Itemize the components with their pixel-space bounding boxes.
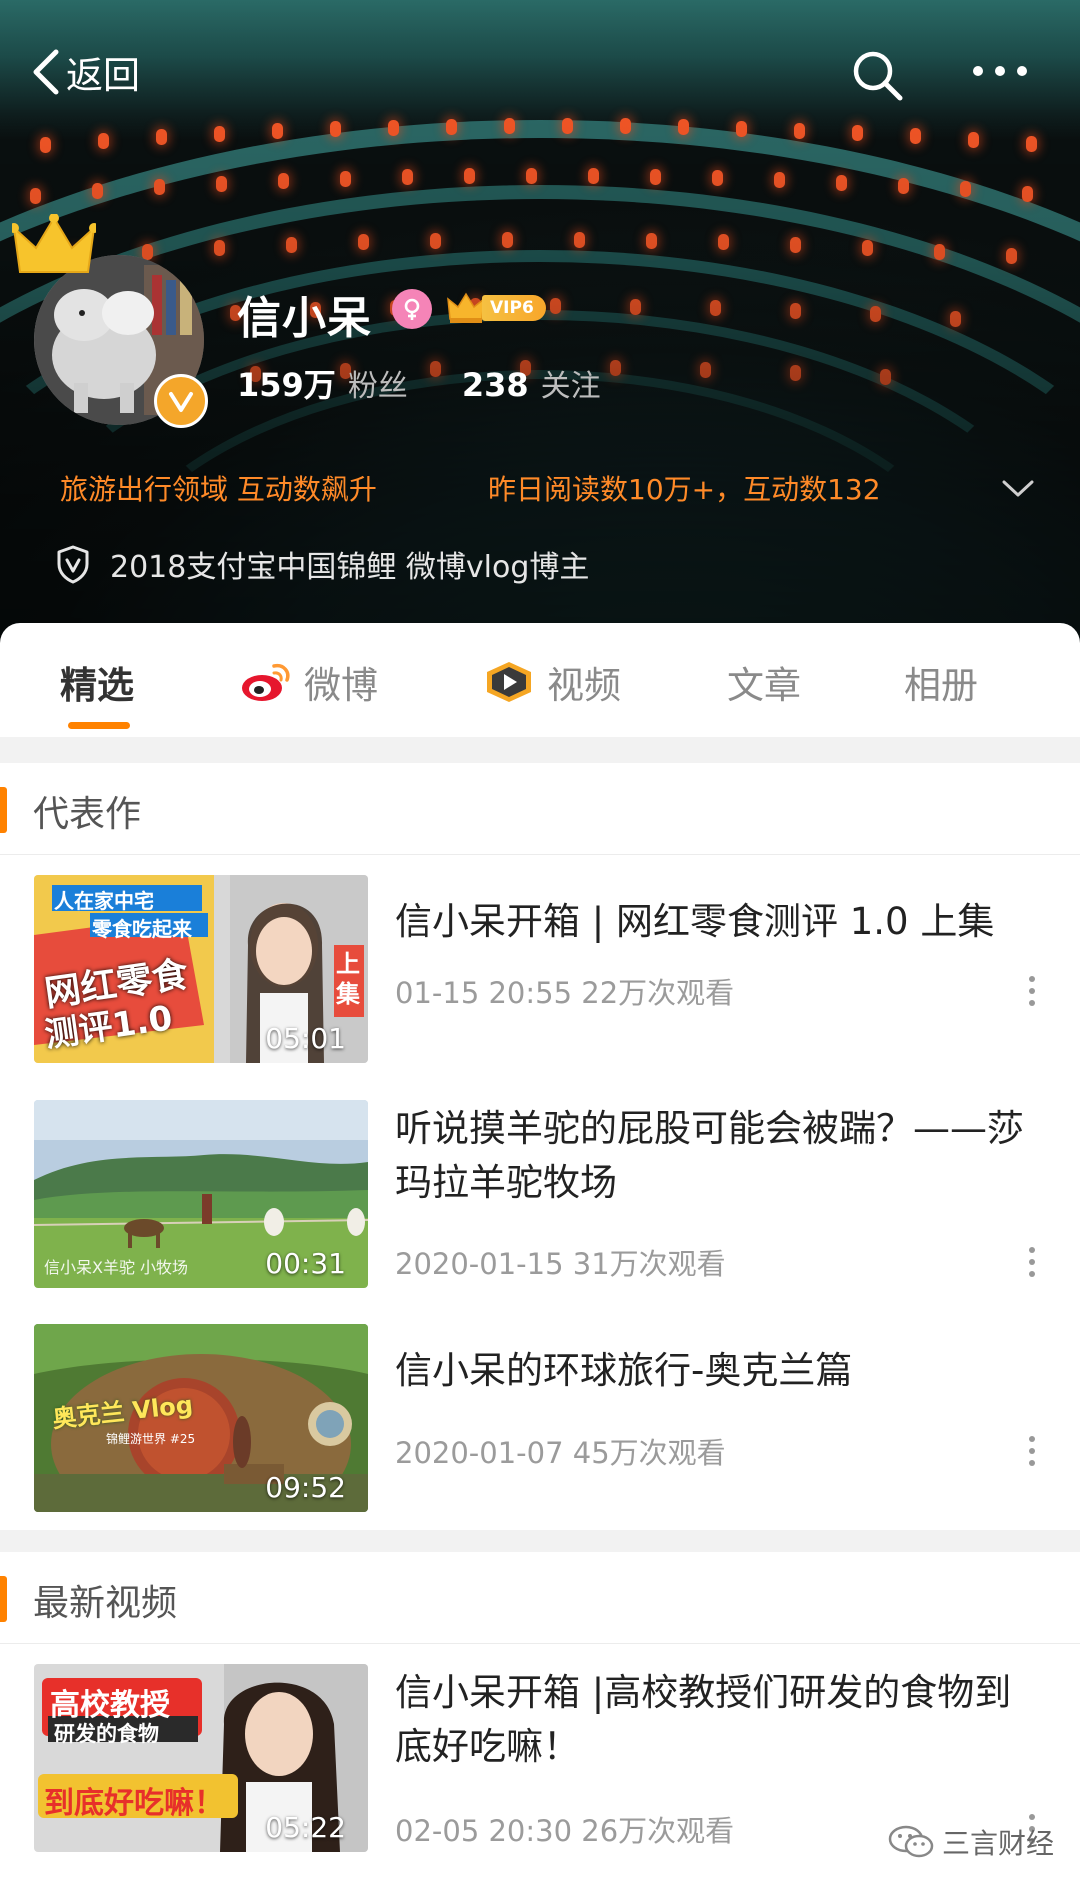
video-item[interactable]: 信小呆X羊驼 小牧场 00:31 听说摸羊驼的屁股可能会被踹？——莎玛拉羊驼牧场… (0, 1100, 1080, 1290)
section-title: 代表作 (33, 794, 142, 835)
more-vertical-icon[interactable] (1020, 1433, 1044, 1469)
video-thumbnail[interactable]: 高校教授 研发的食物 到底好吃嘛！ 05:22 (34, 1664, 368, 1852)
honor-info: 2018支付宝中国锦鲤 微博vlog博主 (56, 542, 589, 586)
video-meta: 01-15 20:55 22万次观看 (395, 976, 735, 1010)
thumbnail-caption: 人在家中宅 (54, 889, 154, 913)
tab-articles[interactable]: 文章 (727, 659, 801, 707)
gender-female-badge (392, 289, 432, 329)
thumbnail-caption: 零食吃起来 (92, 917, 192, 941)
video-item[interactable]: 奥克兰 Vlog 锦鲤游世界 #25 09:52 信小呆的环球旅行-奥克兰篇 2… (0, 1324, 1080, 1514)
tab-label: 文章 (727, 664, 801, 707)
shield-icon (57, 545, 89, 584)
video-title[interactable]: 信小呆开箱 | 网红零食测评 1.0 上集 (395, 895, 1025, 949)
watermark-text: 三言财经 (942, 1827, 1055, 1860)
video-meta: 2020-01-15 31万次观看 (395, 1247, 726, 1281)
section-title: 最新视频 (33, 1583, 178, 1624)
section-accent-bar (0, 1576, 7, 1622)
vip-badge[interactable]: VIP6 (446, 291, 546, 325)
tab-label: 精选 (60, 664, 134, 707)
profile-header: 返回 信小呆 VIP6 159万 粉丝 238 关注 旅游出行领域 互动数飙升 … (0, 0, 1080, 650)
back-button[interactable]: 返回 (30, 46, 140, 98)
thumbnail-caption: 研发的食物 (54, 1722, 159, 1746)
video-title[interactable]: 信小呆开箱 |高校教授们研发的食物到底好吃嘛！ (395, 1666, 1025, 1774)
video-thumbnail[interactable]: 信小呆X羊驼 小牧场 00:31 (34, 1100, 368, 1288)
followers-count[interactable]: 159万 (237, 360, 336, 406)
active-tab-indicator (68, 722, 130, 729)
profile-page: 返回 信小呆 VIP6 159万 粉丝 238 关注 旅游出行领域 互动数飙升 … (0, 0, 1080, 1889)
female-icon (404, 298, 420, 320)
thumbnail-caption: 上集 (336, 950, 360, 1008)
tab-weibo[interactable]: 微博 (240, 659, 378, 707)
verified-check-icon (169, 392, 193, 412)
section-header: 最新视频 (0, 1552, 1080, 1644)
video-duration: 05:01 (265, 1022, 346, 1055)
profile-tabs: 精选 微博 视频 文章 相册 (0, 623, 1080, 737)
video-title[interactable]: 信小呆的环球旅行-奥克兰篇 (395, 1344, 1025, 1398)
tab-label: 相册 (904, 664, 978, 707)
video-play-icon (487, 662, 531, 702)
video-meta: 2020-01-07 45万次观看 (395, 1436, 726, 1470)
tab-video[interactable]: 视频 (483, 659, 621, 707)
video-thumbnail[interactable]: 奥克兰 Vlog 锦鲤游世界 #25 09:52 (34, 1324, 368, 1512)
section-accent-bar (0, 787, 7, 833)
thumbnail-caption: 锦鲤游世界 #25 (106, 1432, 196, 1446)
crown-icon (12, 214, 96, 273)
more-vertical-icon[interactable] (1020, 1244, 1044, 1280)
profile-name: 信小呆 (237, 293, 372, 344)
reading-stats-tag[interactable]: 昨日阅读数10万+，互动数132 (488, 468, 881, 508)
chevron-left-icon (33, 49, 59, 95)
tab-albums[interactable]: 相册 (904, 659, 978, 707)
honor-text: 2018支付宝中国锦鲤 微博vlog博主 (110, 550, 590, 585)
video-item[interactable]: 人在家中宅 零食吃起来 网红零食 测评1.0 上集 05:01 信小呆开箱 | … (0, 875, 1080, 1065)
search-icon[interactable] (850, 48, 904, 102)
profile-stats: 159万 粉丝 238 关注 (237, 360, 601, 406)
video-duration: 00:31 (265, 1247, 346, 1280)
profile-tags: 旅游出行领域 互动数飙升 昨日阅读数10万+，互动数132 (60, 468, 1040, 512)
wechat-logo-icon (888, 1825, 934, 1858)
following-label[interactable]: 关注 (541, 361, 601, 405)
vip-level-label: VIP6 (482, 295, 546, 321)
chevron-down-icon[interactable] (1000, 476, 1036, 500)
watermark: 三言财经 (888, 1822, 1054, 1862)
video-meta: 02-05 20:30 26万次观看 (395, 1814, 735, 1848)
more-vertical-icon[interactable] (1020, 973, 1044, 1009)
video-duration: 09:52 (265, 1471, 346, 1504)
video-thumbnail[interactable]: 人在家中宅 零食吃起来 网红零食 测评1.0 上集 05:01 (34, 875, 368, 1063)
weibo-logo-icon (242, 663, 290, 701)
video-duration: 05:22 (265, 1811, 346, 1844)
featured-section: 代表作 人在家中宅 零食吃起来 网红零食 测评1.0 上集 05:01 信小呆开… (0, 763, 1080, 1530)
video-title[interactable]: 听说摸羊驼的屁股可能会被踹？——莎玛拉羊驼牧场 (395, 1102, 1025, 1210)
followers-label[interactable]: 粉丝 (348, 361, 408, 405)
domain-tag[interactable]: 旅游出行领域 互动数飙升 (60, 468, 377, 508)
thumbnail-caption: 信小呆X羊驼 小牧场 (44, 1258, 189, 1277)
tab-label: 视频 (547, 664, 621, 707)
more-options-icon[interactable] (970, 56, 1030, 86)
vip-crown-icon (447, 292, 485, 323)
tab-featured[interactable]: 精选 (60, 659, 134, 707)
tab-label: 微博 (304, 664, 378, 707)
back-label: 返回 (66, 54, 140, 97)
following-count[interactable]: 238 (462, 366, 529, 404)
verified-badge (154, 374, 208, 428)
thumbnail-caption: 到底好吃嘛！ (44, 1786, 224, 1821)
section-header: 代表作 (0, 763, 1080, 855)
